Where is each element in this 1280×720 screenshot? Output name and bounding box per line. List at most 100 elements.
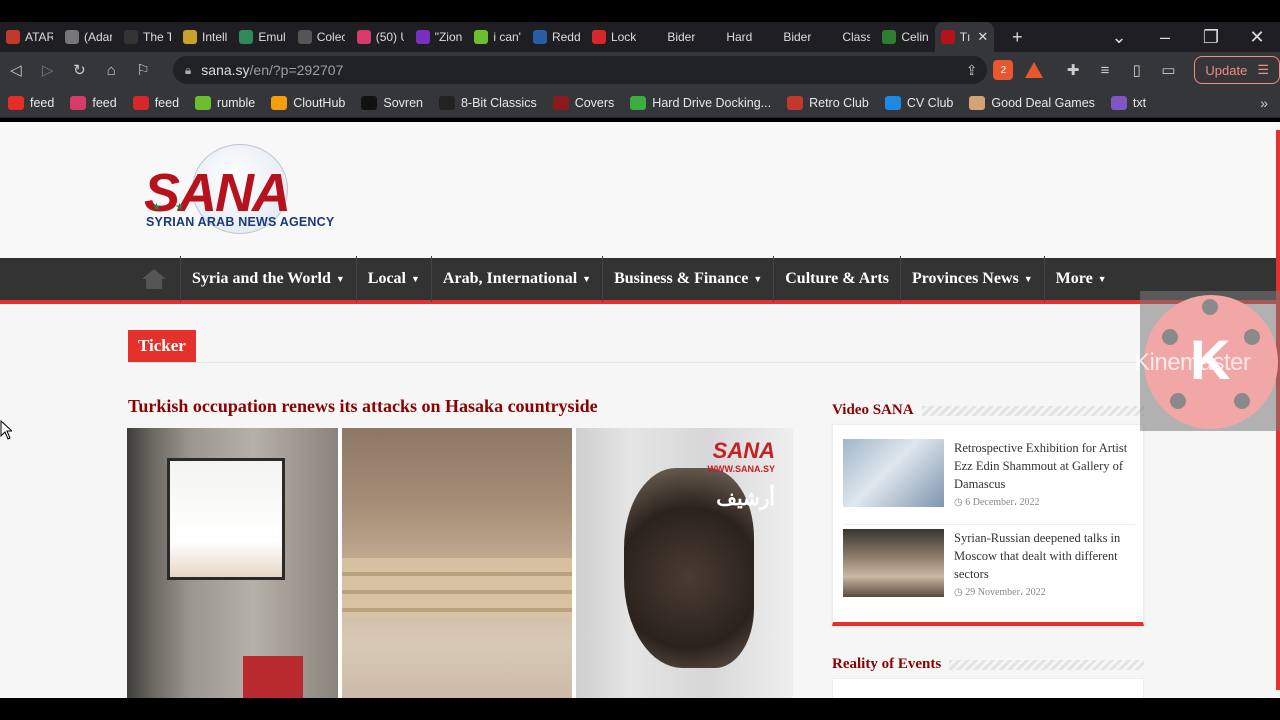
reload-icon[interactable]: ↻ [64, 61, 96, 79]
photo-panel-wall-hole: SANA WWW.SANA.SY أرشيف [576, 428, 793, 698]
browser-tab[interactable]: Bider [642, 22, 701, 52]
forward-arrow-icon[interactable]: ▷ [32, 61, 64, 79]
nav-item[interactable]: Arab, International ▼ [430, 256, 602, 302]
video-item-title[interactable]: Retrospective Exhibition for Artist Ezz … [954, 439, 1135, 493]
video-sana-heading: Video SANA [832, 402, 1144, 419]
sana-logo[interactable]: SANA ★★ SYRIAN ARAB NEWS AGENCY [144, 144, 354, 236]
browser-tab[interactable]: (50) U [351, 22, 410, 52]
bag-icon [630, 95, 647, 110]
extensions-puzzle-icon[interactable]: ✚ [1057, 61, 1089, 79]
bookmark-item[interactable]: 8-Bit Classics [438, 95, 537, 110]
nav-item-label: Culture & Arts [785, 270, 889, 287]
bookmark-item[interactable]: feed [132, 95, 179, 110]
globe-icon [65, 30, 79, 44]
rumble-icon [195, 95, 212, 110]
video-thumbnail[interactable] [843, 439, 944, 507]
tab-title: Redd [551, 30, 580, 44]
back-arrow-icon[interactable]: ◁ [0, 61, 32, 79]
bookmark-icon[interactable]: ⚐ [127, 61, 159, 79]
restore-icon[interactable]: ❐ [1188, 27, 1234, 48]
nav-item[interactable]: Business & Finance ▼ [602, 256, 773, 302]
clock-icon: ◷ [954, 587, 966, 598]
bookmark-item[interactable]: Good Deal Games [969, 95, 1095, 110]
browser-tab[interactable]: Tı ✕ [934, 22, 995, 52]
tab-favicon-icon [764, 30, 779, 44]
nav-item-label: Provinces News [911, 270, 1019, 287]
bookmark-label: Covers [574, 95, 615, 110]
nav-item-label: Business & Finance [614, 270, 749, 287]
bookmark-label: feed [30, 95, 55, 110]
sidebar-icon[interactable]: ▯ [1121, 61, 1153, 79]
bookmark-item[interactable]: Retro Club [787, 95, 869, 110]
caret-down-icon: ▼ [1097, 274, 1107, 284]
article-headline[interactable]: Turkish occupation renews its attacks on… [128, 396, 598, 417]
tab-title: "Zion [434, 30, 463, 44]
browser-tab[interactable]: Colec [292, 22, 351, 52]
wallet-icon[interactable]: ▭ [1153, 61, 1185, 79]
close-tab-icon[interactable]: ✕ [977, 29, 988, 45]
image-watermark: SANA WWW.SANA.SY أرشيف [708, 438, 776, 511]
reality-of-events-title: Reality of Events [832, 656, 942, 672]
media-controls-icon[interactable]: ≡ [1089, 62, 1121, 79]
news-icon [532, 30, 547, 44]
browser-tab[interactable]: Redd [527, 22, 586, 52]
browser-tab[interactable]: Intell [177, 22, 233, 52]
tab-title: Class [842, 30, 871, 44]
browser-tab[interactable]: Celin [876, 22, 934, 52]
flower-icon [70, 95, 87, 110]
home-icon[interactable]: ⌂ [95, 62, 127, 79]
nav-item[interactable]: Local ▼ [355, 256, 431, 302]
new-tab-icon[interactable]: + [994, 27, 1040, 48]
share-icon[interactable]: ⇪ [966, 62, 978, 79]
browser-tab[interactable]: (Adar [59, 22, 118, 52]
site-header: SANA ★★ SYRIAN ARAB NEWS AGENCY [0, 122, 1276, 258]
browser-tab[interactable]: Lock [586, 22, 642, 52]
minimize-icon[interactable]: – [1142, 27, 1188, 48]
bookmark-label: txt [1132, 95, 1147, 110]
bookmark-label: Sovren [383, 95, 423, 110]
tab-search-icon[interactable]: ⌄ [1096, 27, 1142, 48]
browser-tab[interactable]: "Zion [410, 22, 469, 52]
tab-title: The T [143, 30, 171, 44]
video-item[interactable]: Syrian-Russian deepened talks in Moscow … [843, 529, 1135, 609]
video-item-title[interactable]: Syrian-Russian deepened talks in Moscow … [954, 529, 1135, 583]
bookmark-item[interactable]: CloutHub [271, 95, 345, 110]
browser-tab[interactable]: Emul [233, 22, 291, 52]
bookmark-item[interactable]: feed [8, 95, 55, 110]
browser-tab[interactable]: i can' [468, 22, 527, 52]
browser-tab[interactable]: Bider [758, 22, 817, 52]
video-thumbnail[interactable] [843, 529, 944, 597]
bookmark-item[interactable]: Covers [552, 95, 615, 110]
bookmarks-overflow-icon[interactable]: » [1260, 95, 1268, 111]
bookmark-item[interactable]: feed [70, 95, 117, 110]
bookmark-item[interactable]: rumble [195, 95, 255, 110]
brave-rewards-icon[interactable] [1025, 62, 1044, 78]
c-icon [132, 95, 149, 110]
home-nav-icon[interactable] [128, 256, 180, 302]
update-button[interactable]: Update ☰ [1194, 56, 1280, 84]
bookmark-item[interactable]: Hard Drive Docking... [630, 95, 771, 110]
close-window-icon[interactable]: ✕ [1234, 27, 1280, 48]
nav-item[interactable]: Syria and the World ▼ [180, 256, 356, 302]
bookmark-item[interactable]: txt [1110, 95, 1147, 110]
update-label: Update [1205, 62, 1248, 78]
brave-shields-icon[interactable]: 2 [993, 60, 1014, 80]
browser-tab[interactable]: Class [817, 22, 876, 52]
bookmark-item[interactable]: Sovren [361, 95, 423, 110]
bookmark-item[interactable]: CV Club [884, 95, 953, 110]
url-field[interactable]: 🔒︎ sana.sy/en/?p=292707 ⇪ [172, 56, 988, 84]
covers-icon [552, 95, 569, 110]
video-item[interactable]: Retrospective Exhibition for Artist Ezz … [843, 439, 1135, 519]
nav-item[interactable]: Provinces News ▼ [899, 256, 1044, 302]
browser-tab[interactable]: Hard [701, 22, 758, 52]
browser-tab[interactable]: ATAR [0, 22, 59, 52]
article-image[interactable]: SANA WWW.SANA.SY أرشيف [127, 428, 793, 698]
house-icon [787, 95, 804, 110]
clouthub-icon [271, 95, 288, 110]
nav-item[interactable]: More ▼ [1043, 256, 1118, 302]
youtube-icon [8, 95, 24, 110]
globe-icon [239, 30, 254, 44]
browser-tab[interactable]: The T [118, 22, 177, 52]
tab-favicon-icon [823, 30, 838, 44]
nav-item[interactable]: Culture & Arts [773, 256, 900, 302]
